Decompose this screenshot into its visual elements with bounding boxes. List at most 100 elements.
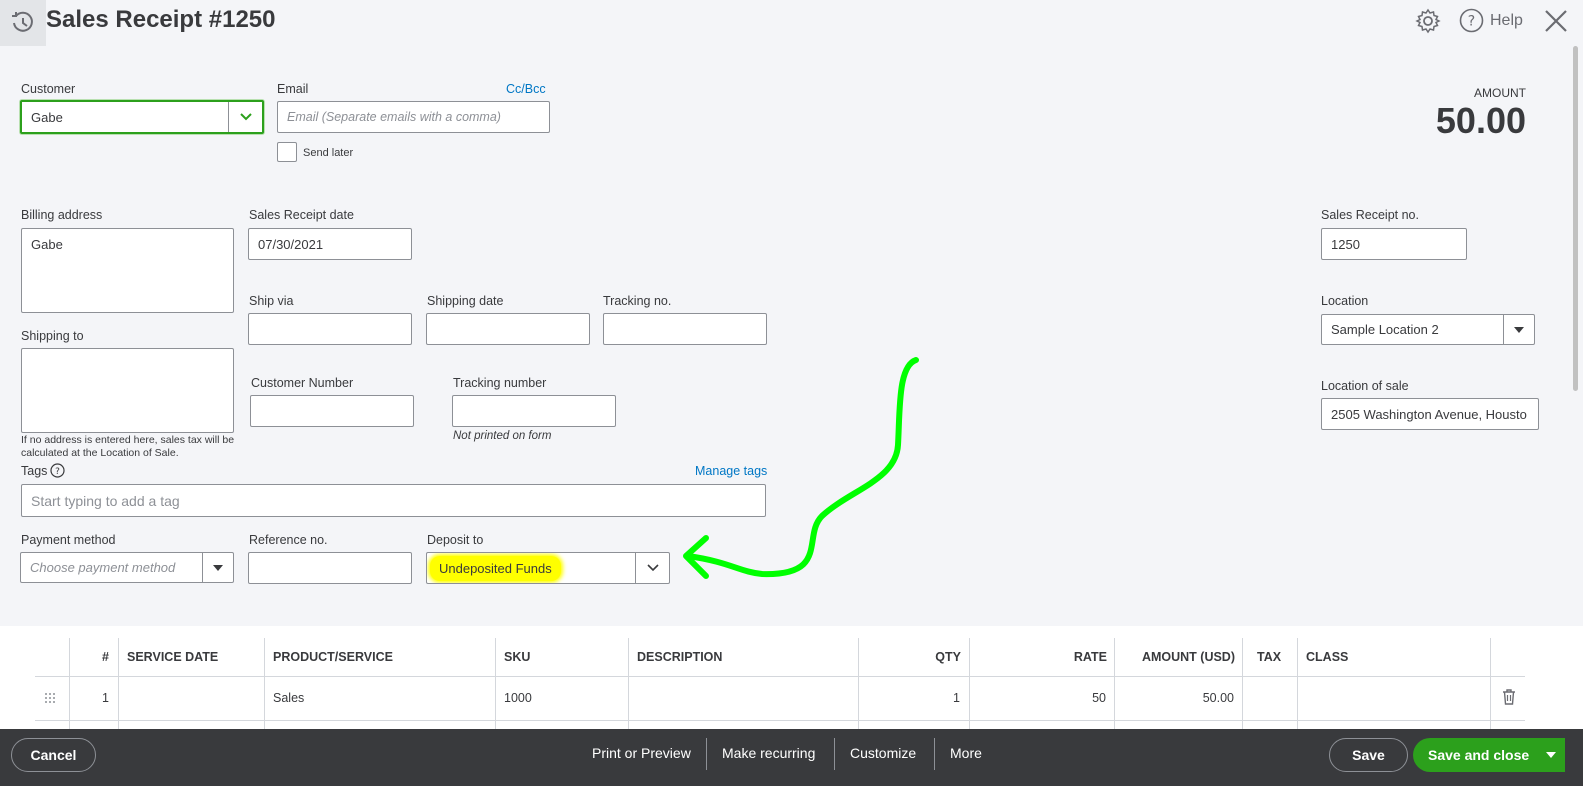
customer-label: Customer	[21, 82, 76, 96]
ship-via-field[interactable]	[248, 313, 412, 345]
col-amount: AMOUNT (USD)	[1141, 650, 1235, 664]
col-description: DESCRIPTION	[637, 650, 723, 664]
save-label: Save	[1352, 747, 1385, 763]
col-qty: QTY	[935, 650, 961, 664]
col-tax: TAX	[1257, 650, 1282, 664]
tags-label-text: Tags	[21, 463, 48, 478]
email-label: Email	[277, 82, 309, 96]
scrollbar[interactable]	[1571, 46, 1581, 726]
settings-button[interactable]	[1415, 8, 1441, 39]
customer-select[interactable]: Gabe	[20, 100, 264, 134]
save-and-close-label: Save and close	[1428, 747, 1530, 763]
row-rate[interactable]: 50	[1092, 691, 1106, 705]
help-circle-icon: ?	[1459, 8, 1484, 33]
col-rate: RATE	[1073, 650, 1107, 664]
customer-number-field[interactable]	[250, 395, 414, 427]
billing-address-label: Billing address	[21, 208, 103, 222]
tracking-no-field[interactable]	[603, 313, 767, 345]
table-row[interactable]	[35, 676, 1525, 721]
dropdown-caret-icon	[1546, 752, 1556, 758]
amount-value: 50.00	[1435, 100, 1526, 141]
email-field[interactable]: Email (Separate emails with a comma)	[277, 101, 550, 133]
shipping-to-field[interactable]	[21, 348, 234, 433]
table-header-row	[35, 638, 1525, 677]
tags-placeholder: Start typing to add a tag	[31, 492, 180, 509]
tags-input[interactable]: Start typing to add a tag	[21, 484, 766, 517]
save-button[interactable]: Save	[1329, 738, 1408, 772]
dropdown-caret-icon	[1514, 326, 1524, 333]
close-button[interactable]	[1543, 8, 1569, 39]
col-service-date: SERVICE DATE	[127, 650, 219, 664]
amount-label: AMOUNT	[1474, 86, 1526, 100]
cc-bcc-link[interactable]: Cc/Bcc	[506, 82, 546, 96]
tracking-no-label: Tracking no.	[603, 294, 672, 308]
row-product[interactable]: Sales	[273, 691, 304, 705]
tags-label: Tags ?	[21, 463, 66, 478]
billing-address-value: Gabe	[31, 237, 63, 252]
tracking-number-label: Tracking number	[453, 376, 547, 390]
print-preview-button[interactable]: Print or Preview	[592, 745, 691, 761]
row-qty[interactable]: 1	[953, 691, 960, 705]
receipt-no-value: 1250	[1331, 236, 1360, 252]
reference-no-label: Reference no.	[249, 533, 328, 547]
help-label: Help	[1490, 11, 1523, 29]
deposit-to-dropdown-toggle[interactable]	[635, 553, 669, 583]
receipt-no-label: Sales Receipt no.	[1321, 208, 1419, 222]
receipt-no-field[interactable]: 1250	[1321, 228, 1467, 260]
drag-handle-icon[interactable]	[44, 692, 56, 704]
page-title: Sales Receipt #1250	[46, 6, 276, 33]
customer-number-label: Customer Number	[251, 376, 354, 390]
trash-icon[interactable]	[1502, 689, 1516, 705]
row-sku[interactable]: 1000	[504, 691, 532, 705]
close-icon	[1545, 10, 1567, 32]
deposit-to-label: Deposit to	[427, 533, 484, 547]
scrollbar-thumb[interactable]	[1573, 46, 1578, 391]
cancel-button[interactable]: Cancel	[11, 738, 96, 772]
help-button[interactable]: ? Help	[1459, 8, 1523, 33]
payment-method-placeholder: Choose payment method	[30, 560, 176, 575]
recent-transactions-icon	[12, 11, 33, 32]
payment-method-dropdown-toggle[interactable]	[202, 553, 233, 582]
location-dropdown-toggle[interactable]	[1503, 315, 1534, 344]
cancel-label: Cancel	[30, 747, 77, 763]
customize-button[interactable]: Customize	[850, 745, 916, 761]
tracking-number-field[interactable]	[452, 395, 616, 427]
shipping-date-field[interactable]	[426, 313, 590, 345]
col-num: #	[102, 650, 109, 664]
shipping-to-label: Shipping to	[21, 329, 84, 343]
col-product: PRODUCT/SERVICE	[273, 650, 393, 664]
location-of-sale-value: 2505 Washington Avenue, Housto	[1331, 406, 1527, 422]
save-options-toggle[interactable]	[1537, 738, 1565, 772]
receipt-date-field[interactable]: 07/30/2021	[248, 228, 412, 260]
location-value: Sample Location 2	[1331, 322, 1439, 337]
more-button[interactable]: More	[950, 745, 982, 761]
payment-method-label: Payment method	[21, 533, 116, 547]
receipt-date-label: Sales Receipt date	[249, 208, 354, 222]
row-amount[interactable]: 50.00	[1203, 691, 1234, 705]
make-recurring-button[interactable]: Make recurring	[722, 745, 815, 761]
chevron-down-icon	[239, 113, 252, 121]
row-num: 1	[102, 691, 109, 705]
annotation-arrow	[683, 357, 919, 579]
svg-text:?: ?	[56, 467, 61, 477]
send-later-label: Send later	[303, 147, 354, 159]
location-label: Location	[1321, 294, 1369, 308]
customer-dropdown-toggle[interactable]	[228, 102, 262, 132]
billing-address-field[interactable]: Gabe	[21, 228, 234, 313]
shipping-to-note-line1: If no address is entered here, sales tax…	[21, 434, 235, 446]
payment-method-select[interactable]: Choose payment method	[20, 552, 234, 583]
location-of-sale-field[interactable]: 2505 Washington Avenue, Housto	[1321, 398, 1539, 430]
deposit-to-select[interactable]: Undeposited Funds	[426, 552, 670, 584]
chevron-down-icon	[646, 564, 659, 572]
send-later-checkbox[interactable]	[277, 142, 297, 162]
shipping-date-label: Shipping date	[427, 294, 504, 308]
recent-transactions-button[interactable]	[0, 0, 46, 46]
help-circle-icon[interactable]: ?	[50, 463, 66, 478]
ship-via-label: Ship via	[249, 294, 294, 308]
location-select[interactable]: Sample Location 2	[1321, 314, 1535, 345]
dropdown-caret-icon	[213, 564, 223, 571]
reference-no-field[interactable]	[248, 552, 412, 584]
tracking-number-note: Not printed on form	[453, 430, 552, 442]
col-class: CLASS	[1306, 650, 1349, 664]
deposit-to-value: Undeposited Funds	[430, 555, 561, 581]
